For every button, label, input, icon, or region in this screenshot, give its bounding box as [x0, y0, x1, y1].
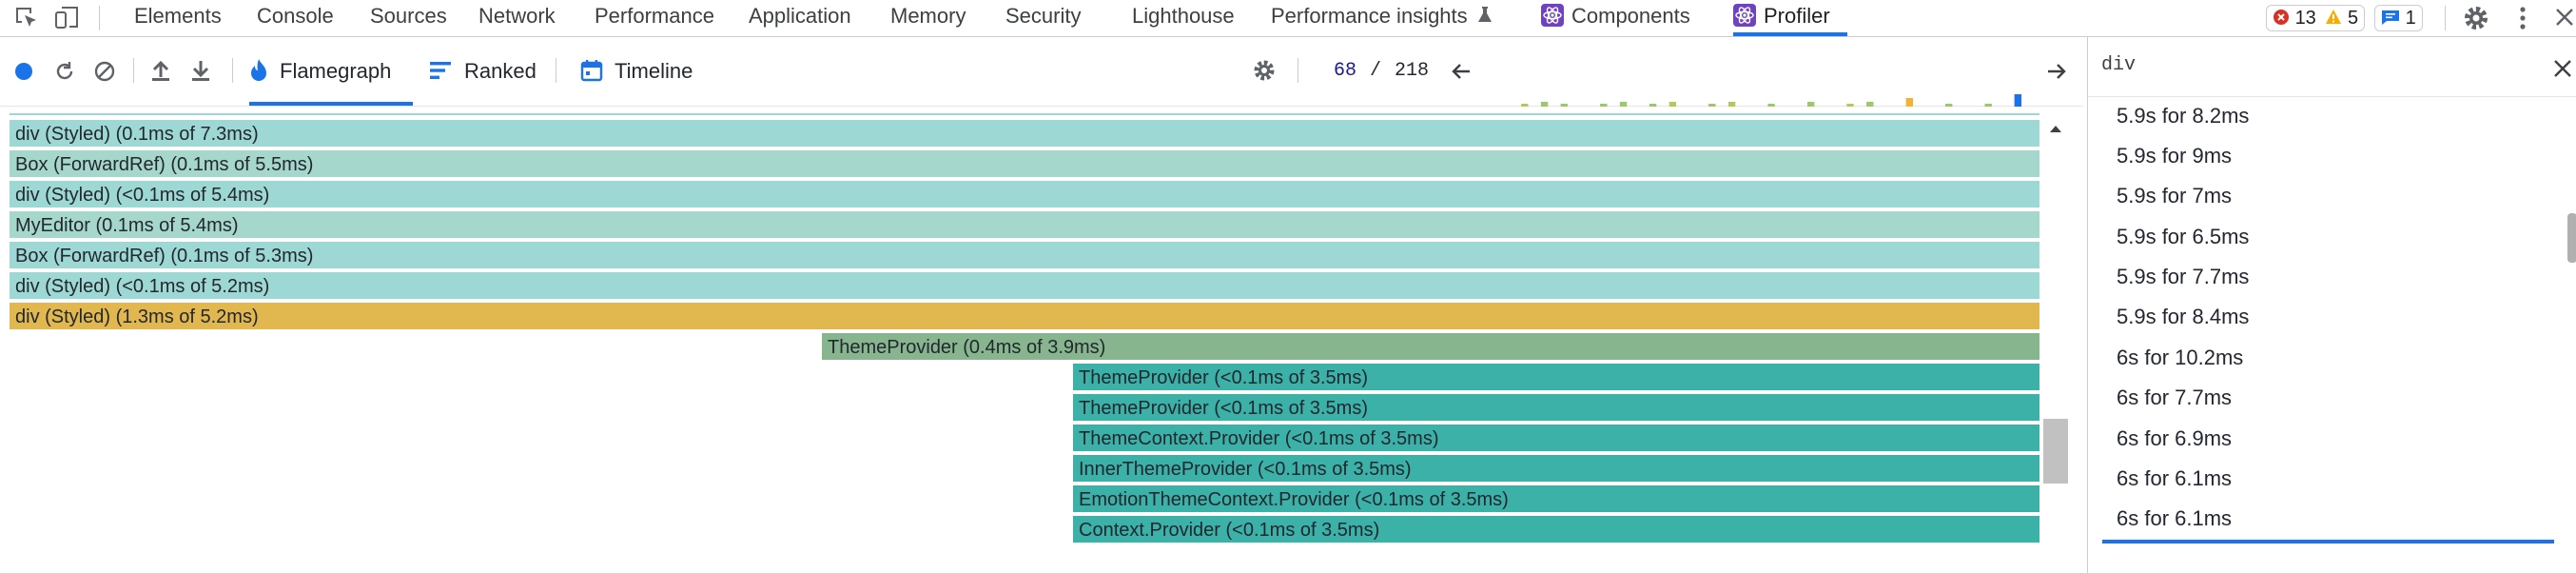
commit-list-item[interactable]: 6s for 10.2ms	[2117, 346, 2243, 370]
ranked-icon	[430, 62, 451, 80]
commit-filter-panel: div 5.9s for 8.2ms 5.9s for 9ms 5.9s for…	[2087, 37, 2576, 573]
flamegraph-chart: div (Styled) (0.1ms of 7.3ms) Box (Forwa…	[0, 107, 2083, 573]
profiler-settings-gear-icon[interactable]	[1252, 58, 1277, 88]
commit-list-item[interactable]: 5.9s for 7ms	[2117, 184, 2232, 208]
commit-list-item[interactable]: 5.9s for 6.5ms	[2117, 225, 2249, 249]
next-commit-arrow-icon[interactable]	[2045, 60, 2068, 88]
tab-performance-insights-label: Performance insights	[1271, 4, 1468, 28]
error-count: 13	[2294, 8, 2316, 29]
commit-list-item[interactable]: 6s for 6.1ms	[2117, 506, 2232, 531]
flamegraph-scrollbar[interactable]	[2043, 118, 2068, 527]
flame-node[interactable]: Box (ForwardRef) (0.1ms of 5.3ms)	[10, 242, 2039, 270]
flame-node[interactable]: div (Styled) (0.1ms of 7.3ms)	[10, 120, 2039, 148]
ranked-label: Ranked	[464, 59, 537, 83]
flame-node[interactable]: ThemeContext.Provider (<0.1ms of 3.5ms)	[1073, 425, 2039, 453]
current-commit-number: 68	[1334, 60, 1357, 82]
tab-components-label: Components	[1571, 4, 1690, 28]
commit-list-item[interactable]: 5.9s for 9ms	[2117, 144, 2232, 168]
commit-list-focus-indicator	[2102, 540, 2554, 543]
scroll-up-arrow-icon[interactable]	[2043, 118, 2068, 139]
flame-icon	[251, 59, 266, 82]
tab-memory[interactable]: Memory	[890, 0, 966, 36]
flamegraph-tab[interactable]: Flamegraph	[249, 37, 413, 106]
issues-counter[interactable]: 13 5	[2266, 5, 2366, 31]
tab-performance-insights[interactable]: Performance insights	[1271, 0, 1493, 36]
tab-elements[interactable]: Elements	[134, 0, 222, 36]
message-count: 1	[2405, 8, 2416, 29]
settings-gear-icon[interactable]	[2462, 4, 2490, 37]
flame-node[interactable]: EmotionThemeContext.Provider (<0.1ms of …	[1073, 485, 2039, 514]
flask-icon	[1477, 7, 1492, 23]
clear-profiling-data-icon[interactable]	[93, 60, 116, 88]
commit-separator: /	[1370, 60, 1382, 82]
previous-commit-arrow-icon[interactable]	[1450, 60, 1473, 88]
message-icon	[2382, 10, 2399, 26]
messages-counter[interactable]: 1	[2374, 5, 2423, 31]
tab-profiler-label: Profiler	[1764, 4, 1830, 28]
total-commits: 218	[1395, 60, 1430, 82]
flame-node[interactable]: ThemeProvider (<0.1ms of 3.5ms)	[1073, 364, 2039, 392]
flame-node[interactable]: InnerThemeProvider (<0.1ms of 3.5ms)	[1073, 455, 2039, 484]
profiler-toolbar: Flamegraph Ranked Timeline 68 / 218	[0, 37, 2083, 134]
flame-node[interactable]: ThemeProvider (0.4ms of 3.9ms)	[822, 333, 2039, 362]
commit-list-item[interactable]: 6s for 6.9ms	[2117, 426, 2232, 451]
commit-list-item[interactable]: 6s for 7.7ms	[2117, 385, 2232, 410]
timeline-label: Timeline	[615, 59, 693, 83]
more-options-icon[interactable]	[2517, 4, 2528, 37]
error-icon	[2274, 10, 2289, 26]
flame-node[interactable]: div (Styled) (<0.1ms of 5.4ms)	[10, 181, 2039, 209]
flame-node[interactable]: div (Styled) (<0.1ms of 5.2ms)	[10, 272, 2039, 301]
commit-search-bar: div	[2088, 37, 2576, 97]
reload-and-profile-icon[interactable]	[53, 60, 76, 88]
timeline-tab[interactable]: Timeline	[580, 37, 693, 106]
device-toolbar-icon[interactable]	[53, 4, 82, 37]
warning-count: 5	[2347, 8, 2359, 29]
tab-components[interactable]: Components	[1541, 0, 1690, 36]
commit-list-item[interactable]: 5.9s for 8.4ms	[2117, 305, 2249, 329]
react-profiler-icon	[1733, 4, 1756, 28]
tab-console[interactable]: Console	[257, 0, 334, 36]
close-devtools-icon[interactable]	[2553, 6, 2576, 33]
record-icon[interactable]	[13, 61, 34, 87]
tab-performance[interactable]: Performance	[595, 0, 714, 36]
close-panel-icon[interactable]	[2552, 58, 2573, 79]
warning-icon	[2326, 10, 2342, 25]
commit-list-item[interactable]: 5.9s for 7.7ms	[2117, 265, 2249, 289]
save-profile-icon[interactable]	[188, 58, 213, 88]
flame-node[interactable]: Context.Provider (<0.1ms of 3.5ms)	[1073, 516, 2039, 544]
inspect-element-icon[interactable]	[13, 5, 40, 36]
tab-application[interactable]: Application	[749, 0, 851, 36]
tab-sources[interactable]: Sources	[370, 0, 447, 36]
scrollbar-thumb[interactable]	[2043, 419, 2068, 484]
load-profile-icon[interactable]	[148, 58, 173, 88]
commit-search-input[interactable]: div	[2101, 54, 2136, 76]
flame-node-selected[interactable]: div (Styled) (1.3ms of 5.2ms)	[10, 303, 2039, 331]
flame-top-edge	[10, 113, 2039, 115]
flame-node[interactable]: Box (ForwardRef) (0.1ms of 5.5ms)	[10, 150, 2039, 179]
tab-lighthouse[interactable]: Lighthouse	[1132, 0, 1235, 36]
flame-node[interactable]: ThemeProvider (<0.1ms of 3.5ms)	[1073, 394, 2039, 423]
calendar-icon	[580, 60, 603, 82]
tab-network[interactable]: Network	[478, 0, 556, 36]
tab-security[interactable]: Security	[1005, 0, 1081, 36]
ranked-tab[interactable]: Ranked	[430, 37, 537, 106]
devtools-tab-bar: Elements Console Sources Network Perform…	[0, 0, 2576, 37]
active-tab-indicator	[1733, 32, 1847, 36]
react-components-icon	[1541, 4, 1564, 28]
flame-node[interactable]: MyEditor (0.1ms of 5.4ms)	[10, 211, 2039, 240]
tab-profiler[interactable]: Profiler	[1733, 0, 1830, 36]
flamegraph-label: Flamegraph	[280, 59, 392, 83]
commit-list-item[interactable]: 6s for 6.1ms	[2117, 466, 2232, 491]
commit-list-item[interactable]: 5.9s for 8.2ms	[2117, 104, 2249, 128]
commit-list-scrollbar-thumb[interactable]	[2567, 213, 2576, 263]
